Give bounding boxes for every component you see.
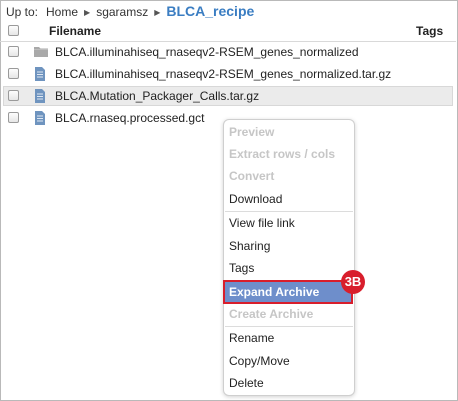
menu-item-preview: Preview	[229, 125, 275, 139]
context-menu: Preview Extract rows / cols Convert Down…	[223, 119, 355, 396]
row-checkbox[interactable]	[8, 68, 19, 79]
row-checkbox[interactable]	[8, 112, 19, 123]
table-row[interactable]: BLCA.illuminahiseq_rnaseqv2-RSEM_genes_n…	[3, 42, 453, 62]
file-name[interactable]: BLCA.Mutation_Packager_Calls.tar.gz	[55, 89, 259, 103]
menu-item-convert: Convert	[229, 169, 275, 183]
menu-item-copy-move[interactable]: Copy/Move	[229, 351, 351, 371]
breadcrumb-current-folder: BLCA_recipe	[166, 3, 255, 19]
breadcrumb-separator-icon: ▶	[154, 8, 161, 17]
breadcrumb-user-link[interactable]: sgaramsz	[96, 5, 148, 19]
column-header-tags[interactable]: Tags	[416, 24, 443, 38]
menu-item-download[interactable]: Download	[229, 189, 351, 209]
file-name[interactable]: BLCA.rnaseq.processed.gct	[55, 111, 204, 125]
breadcrumb-home-link[interactable]: Home	[46, 5, 78, 19]
menu-divider	[225, 326, 353, 327]
breadcrumb-separator-icon: ▶	[84, 8, 91, 17]
menu-item-extract-rows-cols: Extract rows / cols	[229, 147, 336, 161]
file-name[interactable]: BLCA.illuminahiseq_rnaseqv2-RSEM_genes_n…	[55, 67, 391, 81]
row-checkbox[interactable]	[8, 90, 19, 101]
file-icon	[33, 66, 47, 85]
row-checkbox[interactable]	[8, 46, 19, 57]
menu-item-rename[interactable]: Rename	[229, 328, 351, 348]
menu-item-view-file-link[interactable]: View file link	[229, 213, 351, 233]
menu-divider	[225, 211, 353, 212]
folder-icon	[33, 44, 49, 61]
file-name[interactable]: BLCA.illuminahiseq_rnaseqv2-RSEM_genes_n…	[55, 45, 359, 59]
table-row-selected[interactable]: BLCA.Mutation_Packager_Calls.tar.gz	[3, 86, 453, 106]
menu-item-tags[interactable]: Tags	[229, 258, 351, 278]
table-row[interactable]: BLCA.illuminahiseq_rnaseqv2-RSEM_genes_n…	[3, 64, 453, 84]
file-icon	[33, 110, 47, 129]
breadcrumb-label: Up to:	[6, 5, 39, 19]
select-all-checkbox[interactable]	[8, 25, 19, 36]
breadcrumb: Up to: Home ▶ sgaramsz ▶ BLCA_recipe	[6, 3, 254, 21]
menu-item-sharing[interactable]: Sharing	[229, 236, 351, 256]
table-header: Filename Tags	[0, 21, 456, 42]
menu-item-delete[interactable]: Delete	[229, 373, 351, 393]
column-header-filename[interactable]: Filename	[49, 24, 101, 38]
menu-item-expand-archive[interactable]: Expand Archive	[223, 280, 353, 304]
step-badge: 3B	[341, 270, 365, 294]
menu-item-create-archive: Create Archive	[229, 307, 314, 321]
file-icon	[33, 88, 47, 107]
